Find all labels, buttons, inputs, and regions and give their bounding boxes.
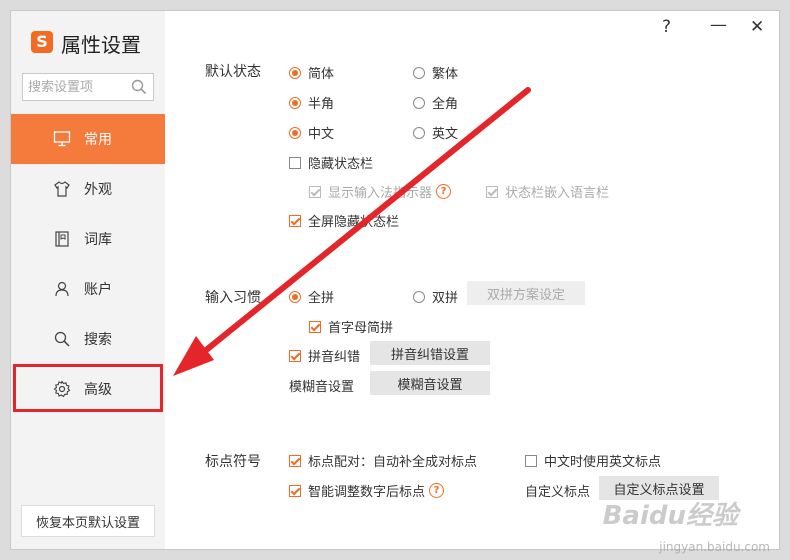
help-icon[interactable]: ?	[436, 184, 452, 199]
radio-label: 半角	[308, 97, 335, 112]
checkbox[interactable]	[309, 320, 321, 333]
checkbox[interactable]	[289, 349, 301, 362]
fuzzy-sound-label: 模糊音设置	[289, 380, 355, 395]
checkbox-smart-adjust[interactable]: 智能调整数字后标点?	[289, 481, 445, 500]
radio-halfwidth[interactable]: 半角	[289, 93, 334, 112]
radio-button[interactable]	[289, 66, 301, 79]
radio-button[interactable]	[413, 290, 425, 303]
search-box[interactable]	[22, 73, 154, 101]
fuzzy-sound-settings-button[interactable]: 模糊音设置	[370, 371, 490, 395]
radio-button[interactable]	[413, 96, 425, 109]
sogou-logo-icon: S	[31, 31, 53, 53]
sidebar-item-appearance[interactable]: 外观	[11, 164, 165, 214]
help-icon[interactable]: ?	[429, 483, 445, 498]
sidebar-item-label: 常用	[84, 132, 112, 148]
pinyin-correction-settings-button[interactable]: 拼音纠错设置	[370, 341, 490, 365]
checkbox-label: 智能调整数字后标点	[308, 485, 426, 500]
sidebar-item-common[interactable]: 常用	[11, 114, 165, 164]
sidebar-item-label: 高级	[84, 382, 112, 398]
radio-button[interactable]	[289, 126, 301, 139]
sidebar-item-label: 词库	[84, 232, 112, 248]
gear-icon	[53, 380, 71, 398]
checkbox-label: 状态栏嵌入语言栏	[505, 186, 610, 201]
sidebar-item-search[interactable]: 搜索	[11, 314, 165, 364]
shirt-icon	[54, 181, 70, 197]
sidebar-item-advanced[interactable]: 高级	[13, 364, 163, 412]
checkbox-pinyin-correction[interactable]: 拼音纠错	[289, 346, 360, 365]
checkbox[interactable]	[289, 484, 301, 497]
section-title-input-habit: 输入习惯	[205, 290, 261, 306]
radio-quanpin[interactable]: 全拼	[289, 287, 334, 306]
checkbox-status-language-bar[interactable]: 状态栏嵌入语言栏	[486, 182, 609, 201]
checkbox-label: 中文时使用英文标点	[544, 455, 662, 470]
checkbox-punct-pairing[interactable]: 标点配对：自动补全成对标点	[289, 451, 477, 470]
user-icon	[55, 281, 69, 297]
restore-defaults-button[interactable]: 恢复本页默认设置	[21, 505, 155, 537]
checkbox[interactable]	[289, 214, 301, 227]
radio-button[interactable]	[289, 290, 301, 303]
settings-content: 默认状态 简体 繁体 半角 全角 中文 英文 隐藏状态栏 显示输入法指示器? 状…	[165, 11, 779, 549]
section-title-punctuation: 标点符号	[205, 454, 261, 470]
radio-shuangpin[interactable]: 双拼	[413, 287, 458, 306]
section-title-default-state: 默认状态	[205, 64, 261, 80]
settings-window: S 属性设置 常用 外观 词库 账户 搜索 高级 恢复	[10, 10, 780, 550]
radio-traditional[interactable]: 繁体	[413, 63, 458, 82]
monitor-icon	[53, 131, 71, 147]
radio-chinese[interactable]: 中文	[289, 123, 334, 142]
sidebar-item-dictionary[interactable]: 词库	[11, 214, 165, 264]
checkbox[interactable]	[525, 454, 537, 467]
radio-fullwidth[interactable]: 全角	[413, 93, 458, 112]
radio-simplified[interactable]: 简体	[289, 63, 334, 82]
search-input[interactable]	[23, 74, 128, 100]
radio-label: 全角	[432, 97, 459, 112]
book-icon	[55, 231, 69, 247]
sidebar-item-label: 账户	[84, 282, 112, 298]
checkbox-fullscreen-hide[interactable]: 全屏隐藏状态栏	[289, 211, 399, 230]
radio-label: 中文	[308, 127, 335, 142]
watermark: Baidu经验	[602, 501, 738, 531]
checkbox[interactable]	[486, 185, 498, 198]
checkbox-label: 首字母简拼	[328, 321, 394, 336]
checkbox[interactable]	[289, 454, 301, 467]
checkbox-show-indicator[interactable]: 显示输入法指示器?	[309, 182, 452, 201]
checkbox-label: 显示输入法指示器	[328, 186, 433, 201]
sidebar-item-label: 搜索	[84, 332, 112, 348]
radio-button[interactable]	[413, 126, 425, 139]
radio-button[interactable]	[289, 96, 301, 109]
checkbox[interactable]	[309, 185, 321, 198]
radio-label: 简体	[308, 67, 335, 82]
radio-label: 英文	[432, 127, 459, 142]
radio-label: 双拼	[432, 291, 459, 306]
radio-label: 繁体	[432, 67, 459, 82]
radio-button[interactable]	[413, 66, 425, 79]
checkbox[interactable]	[289, 156, 301, 169]
checkbox-hide-status-bar[interactable]: 隐藏状态栏	[289, 153, 373, 172]
search-icon	[54, 331, 70, 347]
checkbox-label: 全屏隐藏状态栏	[308, 215, 400, 230]
radio-english[interactable]: 英文	[413, 123, 458, 142]
checkbox-label: 拼音纠错	[308, 350, 361, 365]
search-icon[interactable]	[131, 79, 147, 95]
sidebar-item-account[interactable]: 账户	[11, 264, 165, 314]
sidebar-item-label: 外观	[84, 182, 112, 198]
shuangpin-scheme-button[interactable]: 双拼方案设定	[467, 281, 585, 305]
watermark-url: jingyan.baidu.com	[659, 540, 770, 554]
app-title: 属性设置	[61, 33, 141, 57]
checkbox-label: 隐藏状态栏	[308, 157, 374, 172]
checkbox-english-punct[interactable]: 中文时使用英文标点	[525, 451, 661, 470]
custom-punct-label: 自定义标点	[525, 485, 591, 500]
checkbox-label: 标点配对：自动补全成对标点	[308, 455, 478, 470]
sidebar: S 属性设置 常用 外观 词库 账户 搜索 高级 恢复	[11, 11, 165, 549]
checkbox-initial-abbrev[interactable]: 首字母简拼	[309, 317, 393, 336]
radio-label: 全拼	[308, 291, 335, 306]
